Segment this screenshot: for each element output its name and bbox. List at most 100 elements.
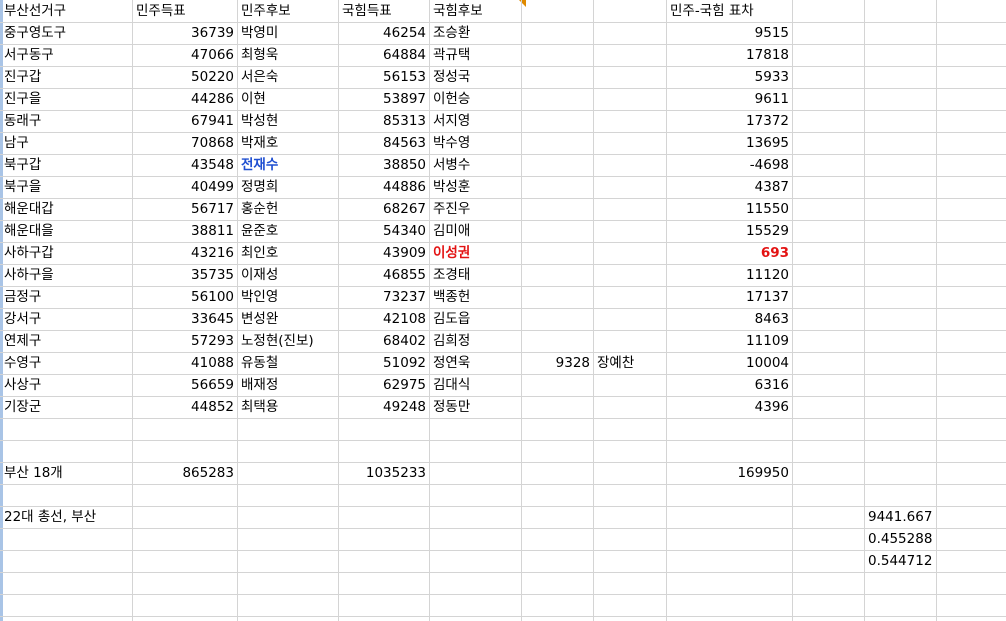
header-cell-ppp-votes[interactable]: 국힘득표 <box>338 0 429 22</box>
cell-ppp-votes[interactable]: 38850 <box>338 154 429 176</box>
cell-dem-votes[interactable]: 38811 <box>132 220 237 242</box>
cell-ppp-votes[interactable]: 85313 <box>338 110 429 132</box>
cell-ppp-candidate[interactable]: 조승환 <box>429 22 521 44</box>
cell-dem-candidate[interactable]: 배재정 <box>237 374 338 396</box>
cell-district[interactable]: 해운대갑 <box>0 198 132 220</box>
cell-dem-votes[interactable]: 56717 <box>132 198 237 220</box>
cell-ppp-votes[interactable]: 46254 <box>338 22 429 44</box>
cell-dem-votes[interactable]: 33645 <box>132 308 237 330</box>
stat-cell[interactable]: 0.544712 <box>864 550 936 572</box>
cell-ppp-votes[interactable]: 73237 <box>338 286 429 308</box>
cell-ppp-votes[interactable]: 53897 <box>338 88 429 110</box>
cell-ppp-votes[interactable]: 68267 <box>338 198 429 220</box>
cell-ppp-votes[interactable]: 51092 <box>338 352 429 374</box>
cell-dem-votes[interactable]: 44852 <box>132 396 237 418</box>
cell-dem-votes[interactable]: 56659 <box>132 374 237 396</box>
footer-note-cell[interactable]: 22대 총선, 부산 <box>0 506 132 528</box>
header-cell-district[interactable]: 부산선거구 <box>0 0 132 22</box>
cell-dem-candidate[interactable]: 유동철 <box>237 352 338 374</box>
header-cell-diff[interactable]: 민주-국힘 표차 <box>666 0 792 22</box>
cell-ppp-votes[interactable]: 43909 <box>338 242 429 264</box>
cell-ppp-votes[interactable]: 46855 <box>338 264 429 286</box>
cell-district[interactable]: 강서구 <box>0 308 132 330</box>
cell-diff[interactable]: 15529 <box>666 220 792 242</box>
cell-diff[interactable]: 6316 <box>666 374 792 396</box>
cell-ppp-candidate[interactable]: 이성권 <box>429 242 521 264</box>
cell-dem-votes[interactable]: 56100 <box>132 286 237 308</box>
cell-district[interactable]: 사하구갑 <box>0 242 132 264</box>
cell-dem-candidate[interactable]: 서은숙 <box>237 66 338 88</box>
cell-dem-candidate[interactable]: 박재호 <box>237 132 338 154</box>
cell-district[interactable]: 수영구 <box>0 352 132 374</box>
cell-ppp-candidate[interactable]: 서지영 <box>429 110 521 132</box>
cell-district[interactable]: 사하구을 <box>0 264 132 286</box>
cell-ppp-candidate[interactable]: 박성훈 <box>429 176 521 198</box>
cell-dem-votes[interactable]: 47066 <box>132 44 237 66</box>
cell-extra-votes[interactable]: 9328 <box>521 352 593 374</box>
cell-dem-candidate[interactable]: 정명희 <box>237 176 338 198</box>
cell-ppp-votes[interactable]: 62975 <box>338 374 429 396</box>
cell-dem-candidate[interactable]: 최인호 <box>237 242 338 264</box>
cell-diff[interactable]: 11550 <box>666 198 792 220</box>
cell-dem-candidate[interactable]: 박영미 <box>237 22 338 44</box>
cell-ppp-votes[interactable]: 68402 <box>338 330 429 352</box>
total-label-cell[interactable]: 부산 18개 <box>0 462 132 484</box>
cell-diff[interactable]: 8463 <box>666 308 792 330</box>
cell-district[interactable]: 북구을 <box>0 176 132 198</box>
cell-dem-votes[interactable]: 43548 <box>132 154 237 176</box>
cell-diff[interactable]: 11120 <box>666 264 792 286</box>
cell-ppp-candidate[interactable]: 조경태 <box>429 264 521 286</box>
cell-diff[interactable]: 5933 <box>666 66 792 88</box>
cell-ppp-candidate[interactable]: 이헌승 <box>429 88 521 110</box>
cell-ppp-votes[interactable]: 56153 <box>338 66 429 88</box>
cell-ppp-candidate[interactable]: 서병수 <box>429 154 521 176</box>
cell-diff[interactable]: 693 <box>666 242 792 264</box>
stat-cell[interactable]: 0.455288 <box>864 528 936 550</box>
cell-ppp-candidate[interactable]: 김도읍 <box>429 308 521 330</box>
cell-dem-votes[interactable]: 50220 <box>132 66 237 88</box>
cell-dem-candidate[interactable]: 이재성 <box>237 264 338 286</box>
header-cell-dem-votes[interactable]: 민주득표 <box>132 0 237 22</box>
cell-diff[interactable]: 17818 <box>666 44 792 66</box>
cell-ppp-candidate[interactable]: 박수영 <box>429 132 521 154</box>
cell-district[interactable]: 진구을 <box>0 88 132 110</box>
cell-district[interactable]: 사상구 <box>0 374 132 396</box>
cell-ppp-candidate[interactable]: 곽규택 <box>429 44 521 66</box>
cell-ppp-votes[interactable]: 64884 <box>338 44 429 66</box>
cell-district[interactable]: 연제구 <box>0 330 132 352</box>
cell-district[interactable]: 서구동구 <box>0 44 132 66</box>
spreadsheet-grid[interactable]: 부산선거구 민주득표 민주후보 국힘득표 국힘후보 민주-국힘 표차 중구영도구 36739 박… <box>0 0 1006 621</box>
cell-dem-votes[interactable]: 41088 <box>132 352 237 374</box>
cell-diff[interactable]: 17372 <box>666 110 792 132</box>
stat-cell[interactable]: 9441.667 <box>864 506 936 528</box>
cell-dem-votes[interactable]: 70868 <box>132 132 237 154</box>
cell-ppp-candidate[interactable]: 정성국 <box>429 66 521 88</box>
cell-diff[interactable]: 9515 <box>666 22 792 44</box>
cell-dem-candidate[interactable]: 홍순헌 <box>237 198 338 220</box>
cell-diff[interactable]: 9611 <box>666 88 792 110</box>
cell-district[interactable]: 북구갑 <box>0 154 132 176</box>
cell-ppp-candidate[interactable]: 주진우 <box>429 198 521 220</box>
cell-dem-candidate[interactable]: 박인영 <box>237 286 338 308</box>
total-dem-votes-cell[interactable]: 865283 <box>132 462 237 484</box>
cell-ppp-candidate[interactable]: 정연욱 <box>429 352 521 374</box>
cell-ppp-votes[interactable]: 54340 <box>338 220 429 242</box>
cell-ppp-candidate[interactable]: 김희정 <box>429 330 521 352</box>
cell-extra-candidate[interactable]: 장예찬 <box>593 352 666 374</box>
total-ppp-votes-cell[interactable]: 1035233 <box>338 462 429 484</box>
cell-diff[interactable]: -4698 <box>666 154 792 176</box>
cell-dem-candidate[interactable]: 최택용 <box>237 396 338 418</box>
cell-ppp-votes[interactable]: 44886 <box>338 176 429 198</box>
cell-diff[interactable]: 13695 <box>666 132 792 154</box>
cell-dem-votes[interactable]: 35735 <box>132 264 237 286</box>
cell-ppp-candidate[interactable]: 김미애 <box>429 220 521 242</box>
cell-diff[interactable]: 17137 <box>666 286 792 308</box>
header-cell-ppp-candidate[interactable]: 국힘후보 <box>429 0 521 22</box>
cell-district[interactable]: 동래구 <box>0 110 132 132</box>
cell-district[interactable]: 해운대을 <box>0 220 132 242</box>
cell-dem-candidate[interactable]: 전재수 <box>237 154 338 176</box>
cell-district[interactable]: 남구 <box>0 132 132 154</box>
cell-dem-candidate[interactable]: 노정현(진보) <box>237 330 338 352</box>
cell-dem-candidate[interactable]: 최형욱 <box>237 44 338 66</box>
cell-dem-candidate[interactable]: 윤준호 <box>237 220 338 242</box>
